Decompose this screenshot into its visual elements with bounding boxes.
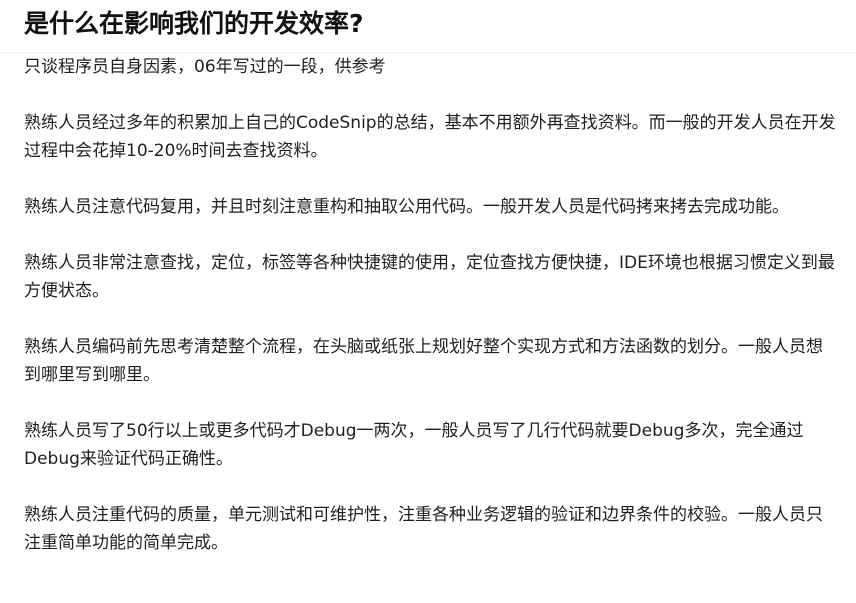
article-paragraph: 熟练人员非常注意查找，定位，标签等各种快捷键的使用，定位查找方便快捷，IDE环境… — [24, 253, 835, 301]
article-paragraph: 熟练人员注意代码复用，并且时刻注意重构和抽取公用代码。一般开发人员是代码拷来拷去… — [24, 197, 789, 217]
article-paragraph: 熟练人员经过多年的积累加上自己的CodeSnip的总结，基本不用额外再查找资料。… — [24, 113, 836, 161]
article-paragraph: 熟练人员编码前先思考清楚整个流程，在头脑或纸张上规划好整个实现方式和方法函数的划… — [24, 337, 823, 385]
article-paragraph: 熟练人员注重代码的质量，单元测试和可维护性，注重各种业务逻辑的验证和边界条件的校… — [24, 505, 823, 553]
article-paragraph: 熟练人员写了50行以上或更多代码才Debug一两次，一般人员写了几行代码就要De… — [24, 421, 804, 469]
article-title: 是什么在影响我们的开发效率? — [24, 9, 364, 38]
article-header: 是什么在影响我们的开发效率? — [0, 0, 856, 52]
article-body: 只谈程序员自身因素，06年写过的一段，供参考 熟练人员经过多年的积累加上自己的C… — [24, 53, 836, 557]
article-intro: 只谈程序员自身因素，06年写过的一段，供参考 — [24, 57, 386, 77]
